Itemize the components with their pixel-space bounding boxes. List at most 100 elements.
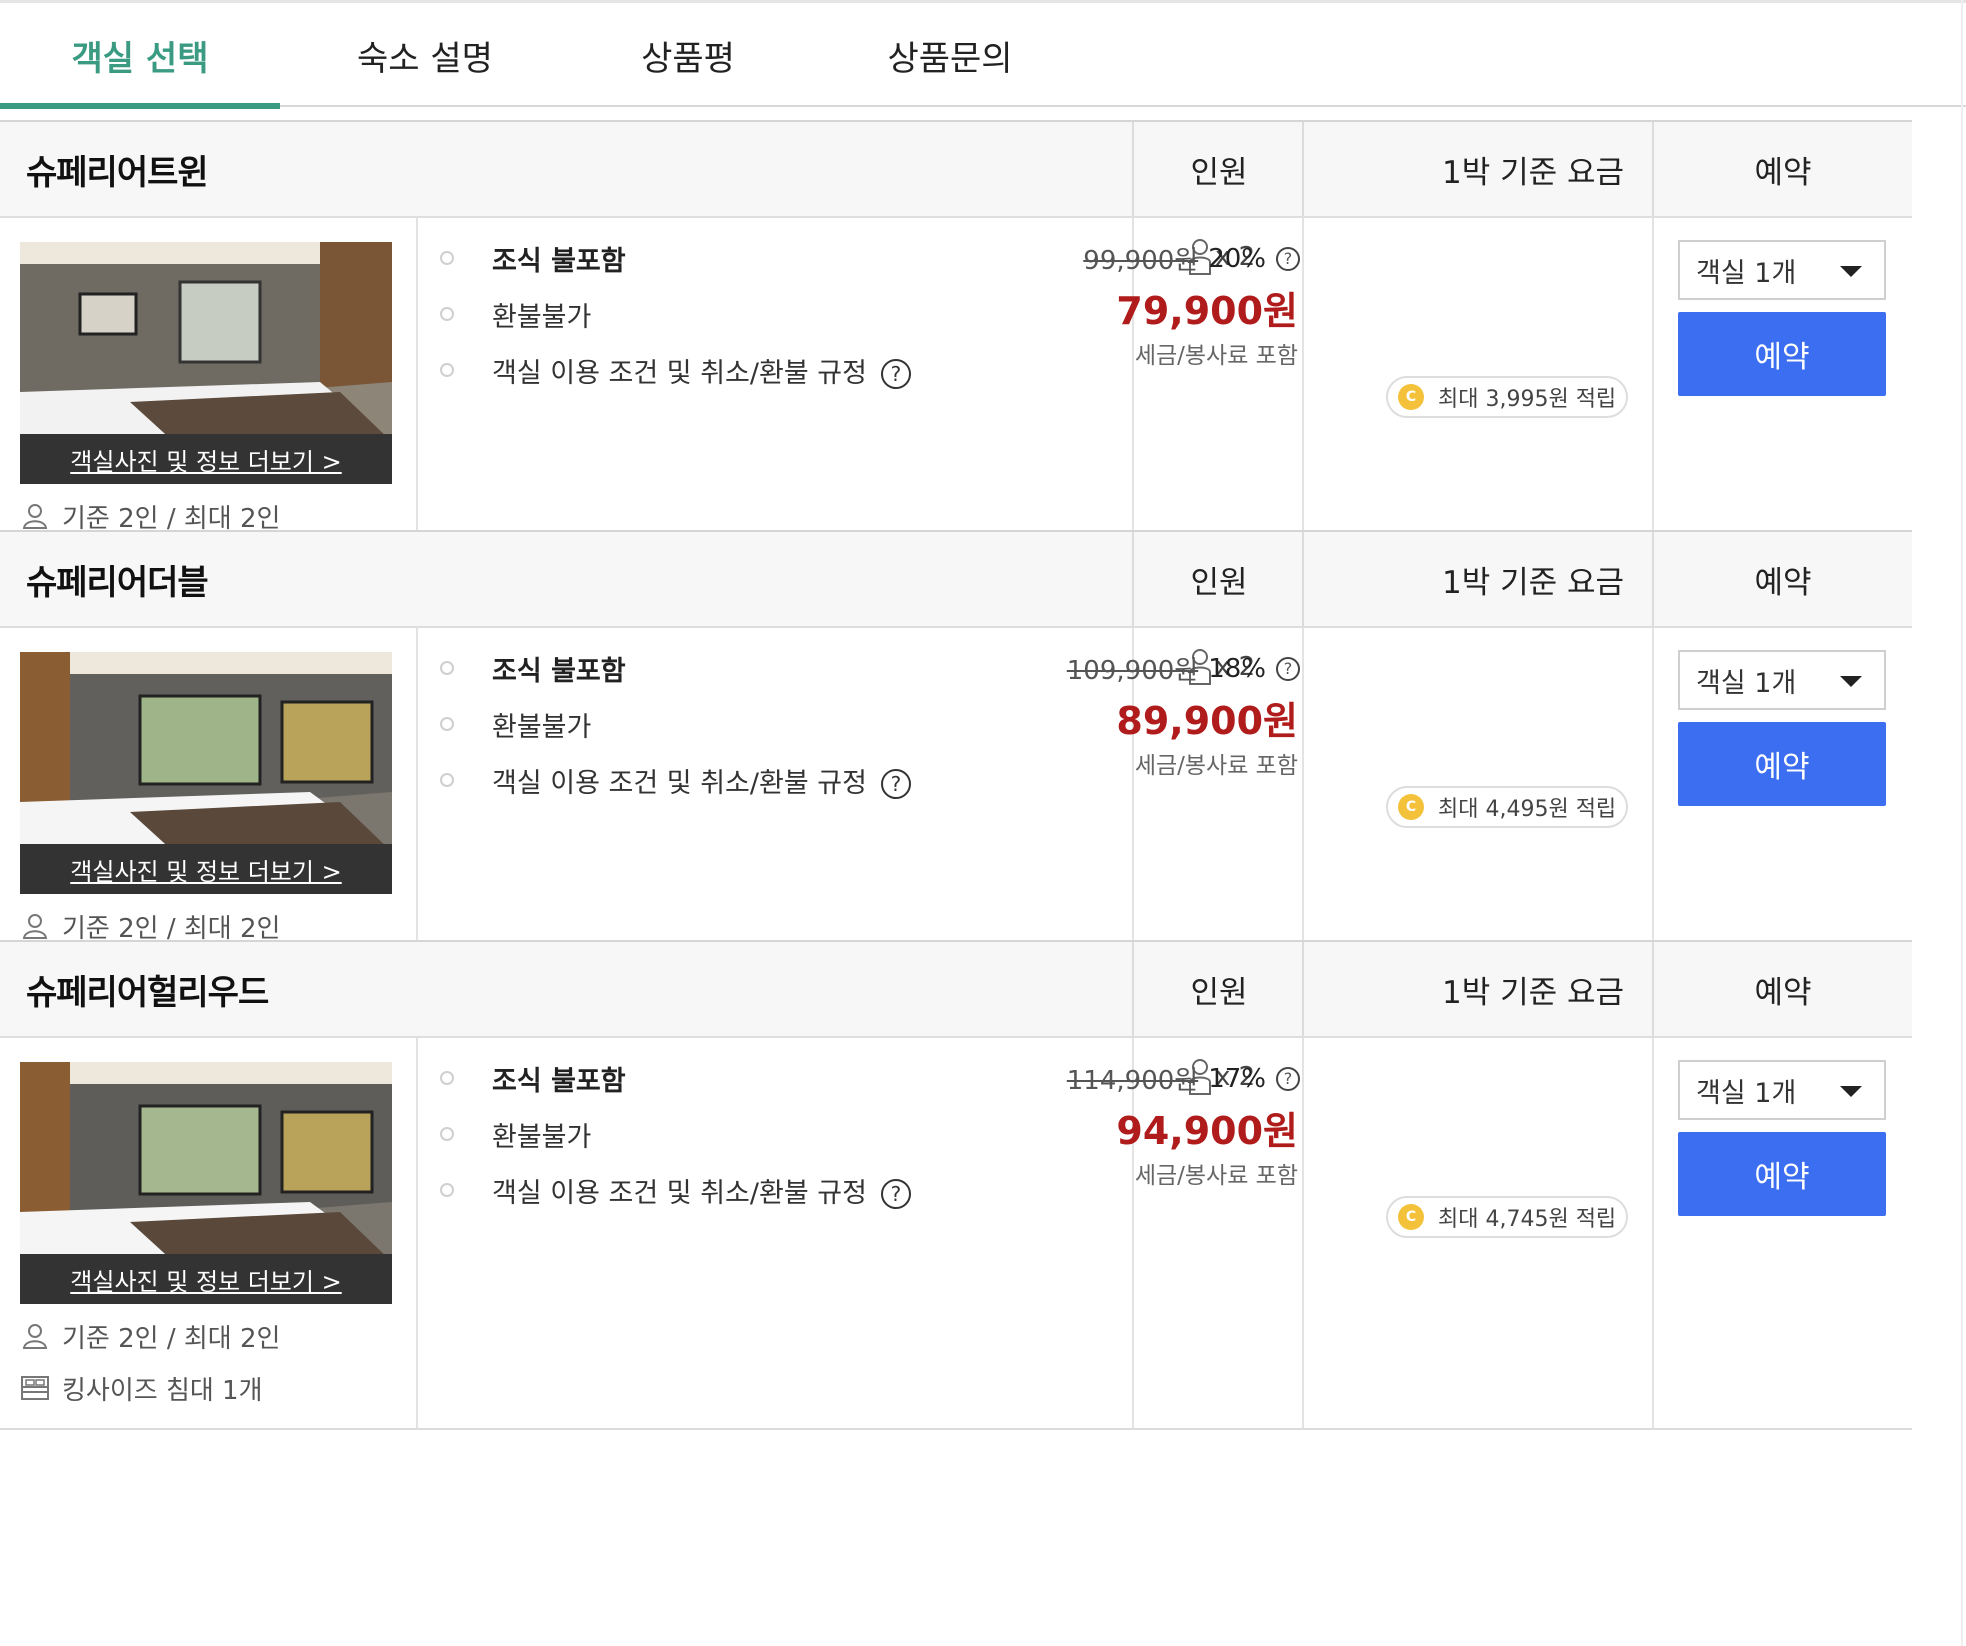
original-price: 114,900원 [1066, 1066, 1199, 1096]
points-badge: C 최대 3,995원 적립 [1386, 376, 1628, 418]
option-text[interactable]: 객실 이용 조건 및 취소/환불 규정? [492, 1171, 911, 1210]
tax-note: 세금/봉사료 포함 [1134, 343, 1298, 369]
page-edge [1961, 0, 1963, 1646]
bullet-icon [440, 717, 454, 731]
caret-down-icon [1840, 1086, 1862, 1097]
room-photo-link[interactable]: 객실사진 및 정보 더보기 > [20, 844, 392, 894]
help-icon[interactable]: ? [1276, 656, 1300, 681]
book-button[interactable]: 예약 [1678, 312, 1886, 396]
room-name: 슈페리어트윈 [26, 152, 209, 193]
book-button[interactable]: 예약 [1678, 1132, 1886, 1216]
person-icon [22, 1324, 48, 1349]
discount-rate: 18% [1208, 653, 1266, 684]
person-icon [22, 914, 48, 939]
bed-info: 킹사이즈 침대 1개 [20, 1370, 263, 1406]
coin-icon: C [1398, 1204, 1424, 1230]
option-text: 조식 불포함 [492, 1065, 626, 1097]
tax-note: 세금/봉사료 포함 [1134, 753, 1298, 779]
room-count-value: 객실 1개 [1696, 257, 1797, 289]
help-icon[interactable]: ? [880, 769, 911, 799]
sale-price: 94,900원 [1116, 1109, 1298, 1153]
caret-down-icon [1840, 676, 1862, 687]
room-photo-link[interactable]: 객실사진 및 정보 더보기 > [20, 1254, 392, 1304]
book-button[interactable]: 예약 [1678, 722, 1886, 806]
column-header-price: 1박 기준 요금 [1302, 942, 1654, 1036]
column-header-people: 인원 [1132, 122, 1304, 216]
help-icon[interactable]: ? [880, 359, 911, 389]
caret-down-icon [1840, 266, 1862, 277]
occupancy-info: 기준 2인 / 최대 2인 [20, 1318, 280, 1354]
occupancy-info: 기준 2인 / 최대 2인 [20, 908, 280, 944]
points-badge: C 최대 4,745원 적립 [1386, 1196, 1628, 1238]
room-photo[interactable]: 객실사진 및 정보 더보기 > [20, 652, 392, 894]
room-count-value: 객실 1개 [1696, 667, 1797, 699]
room-header: 슈페리어트윈 인원 1박 기준 요금 예약 [0, 120, 1912, 218]
tab-reviews[interactable]: 상품평 [590, 3, 786, 107]
bullet-icon [440, 773, 454, 787]
occupancy-text: 기준 2인 / 최대 2인 [62, 913, 281, 944]
points-text: 최대 4,745원 적립 [1438, 1207, 1617, 1232]
bullet-icon [440, 307, 454, 321]
points-text: 최대 4,495원 적립 [1438, 797, 1617, 822]
discount-rate: 20% [1208, 243, 1266, 274]
room-photo[interactable]: 객실사진 및 정보 더보기 > [20, 1062, 392, 1304]
original-price-row: 109,900원 18% ? [1067, 650, 1300, 687]
room-header: 슈페리어헐리우드 인원 1박 기준 요금 예약 [0, 940, 1912, 1038]
coin-icon: C [1398, 384, 1424, 410]
column-header-reserve: 예약 [1652, 532, 1912, 626]
column-header-people: 인원 [1132, 532, 1304, 626]
original-price: 109,900원 [1066, 656, 1199, 686]
tab-room-select[interactable]: 객실 선택 [0, 3, 280, 109]
option-text[interactable]: 객실 이용 조건 및 취소/환불 규정? [492, 351, 911, 390]
option-text: 조식 불포함 [492, 655, 626, 687]
coin-icon: C [1398, 794, 1424, 820]
column-header-price: 1박 기준 요금 [1302, 122, 1654, 216]
person-icon [22, 504, 48, 529]
points-text: 최대 3,995원 적립 [1438, 387, 1617, 412]
bullet-icon [440, 1183, 454, 1197]
bullet-icon [440, 1071, 454, 1085]
bed-icon [21, 1376, 49, 1400]
help-icon[interactable]: ? [880, 1179, 911, 1209]
occupancy-info: 기준 2인 / 최대 2인 [20, 498, 280, 534]
bullet-icon [440, 1127, 454, 1141]
original-price-row: 114,900원 17% ? [1067, 1060, 1300, 1097]
column-header-reserve: 예약 [1652, 122, 1912, 216]
column-header-reserve: 예약 [1652, 942, 1912, 1036]
room-photo-link[interactable]: 객실사진 및 정보 더보기 > [20, 434, 392, 484]
room-photo[interactable]: 객실사진 및 정보 더보기 > [20, 242, 392, 484]
bullet-icon [440, 661, 454, 675]
bullet-icon [440, 251, 454, 265]
room-body: 객실사진 및 정보 더보기 > 기준 2인 / 최대 2인 킹사이즈 침대 1개 [0, 1038, 1912, 1430]
column-header-people: 인원 [1132, 942, 1304, 1036]
column-header-price: 1박 기준 요금 [1302, 532, 1654, 626]
option-text: 조식 불포함 [492, 245, 626, 277]
original-price: 99,900원 [1083, 246, 1199, 276]
room-name: 슈페리어헐리우드 [26, 972, 269, 1013]
occupancy-text: 기준 2인 / 최대 2인 [62, 1323, 281, 1354]
room-count-select[interactable]: 객실 1개 [1678, 240, 1886, 300]
points-badge: C 최대 4,495원 적립 [1386, 786, 1628, 828]
sale-price: 89,900원 [1116, 699, 1298, 743]
option-text: 환불불가 [492, 1121, 592, 1153]
room-header: 슈페리어더블 인원 1박 기준 요금 예약 [0, 530, 1912, 628]
room-count-select[interactable]: 객실 1개 [1678, 1060, 1886, 1120]
occupancy-text: 기준 2인 / 최대 2인 [62, 503, 281, 534]
discount-rate: 17% [1208, 1063, 1266, 1094]
room-count-select[interactable]: 객실 1개 [1678, 650, 1886, 710]
option-text[interactable]: 객실 이용 조건 및 취소/환불 규정? [492, 761, 911, 800]
room-name: 슈페리어더블 [26, 562, 209, 603]
option-text: 환불불가 [492, 711, 592, 743]
tax-note: 세금/봉사료 포함 [1134, 1163, 1298, 1189]
option-text: 환불불가 [492, 301, 592, 333]
tab-bar: 객실 선택 숙소 설명 상품평 상품문의 [0, 0, 1966, 109]
tab-property-description[interactable]: 숙소 설명 [320, 3, 530, 107]
tab-inquiries[interactable]: 상품문의 [850, 3, 1050, 107]
room-count-value: 객실 1개 [1696, 1077, 1797, 1109]
help-icon[interactable]: ? [1276, 1066, 1300, 1091]
help-icon[interactable]: ? [1276, 246, 1300, 271]
sale-price: 79,900원 [1116, 289, 1298, 333]
original-price-row: 99,900원 20% ? [1083, 240, 1300, 277]
bullet-icon [440, 363, 454, 377]
bed-text: 킹사이즈 침대 1개 [62, 1375, 263, 1406]
